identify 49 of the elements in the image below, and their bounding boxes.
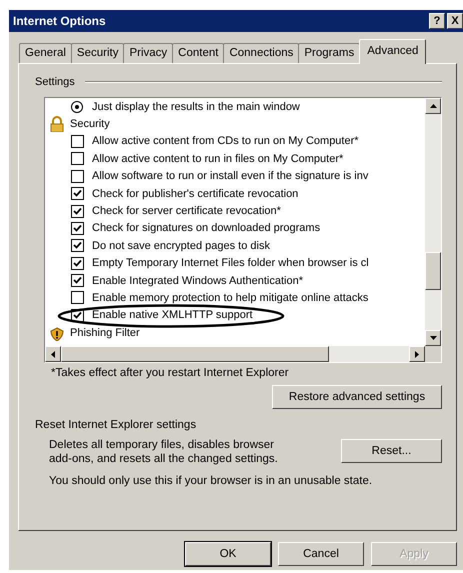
window-title: Internet Options [13,14,107,28]
option-label: Empty Temporary Internet Files folder when browser is cl [92,257,369,270]
option-label: Do not save encrypted pages to disk [92,240,270,252]
right-arrow-icon[interactable] [415,350,419,358]
vertical-scrollbar[interactable] [425,98,441,346]
checkbox[interactable] [71,239,84,252]
horizontal-scrollbar[interactable] [45,346,441,362]
help-button[interactable]: ? [429,13,445,29]
footnote-text: *Takes effect after you restart Internet Explorer [51,367,290,379]
checkbox[interactable] [71,204,84,218]
scrollbar-thumb[interactable] [425,252,441,290]
category-label: Security [70,118,110,130]
option-label: Check for signatures on downloaded programs [92,222,320,234]
option-label: Check for server certificate revocation* [92,205,281,218]
close-button[interactable]: X [447,13,463,29]
reset-button[interactable]: Reset... [341,439,442,463]
checkbox[interactable] [71,291,84,304]
option-label: Allow active content to run in files on My Computer* [92,152,344,165]
option-label: Allow software to run or install even if the signature is inv [92,170,368,182]
group-label: Settings [35,76,75,88]
option-label: Enable memory protection to help mitigate online attacks [92,292,368,304]
left-arrow-icon[interactable] [51,350,55,358]
checkbox[interactable] [71,187,84,200]
dialog-button[interactable]: OK [185,542,271,566]
option-label: Check for publisher's certificate revocation [92,188,298,200]
up-arrow-icon[interactable] [430,104,436,108]
checkbox[interactable] [71,274,84,288]
restore-button[interactable]: Restore advanced settings [272,385,442,409]
tab[interactable]: General [19,43,72,63]
tab[interactable]: Advanced [359,39,426,64]
option-label: Enable native XMLHTTP support [92,309,253,322]
checkbox[interactable] [71,256,84,270]
section-label: Reset Internet Explorer settings [35,419,198,431]
padlock-icon [49,116,65,132]
checkbox[interactable] [71,134,84,148]
warning-text: You should only use this if your browser is in an unusable state. [49,475,374,487]
option-label: Enable Integrated Windows Authentication* [92,274,303,287]
option-label: Allow active content from CDs to run on My Computer* [92,135,359,148]
warning-shield-icon [49,324,65,341]
radio-button[interactable] [71,100,83,113]
dialog-button[interactable]: Cancel [278,542,364,566]
description-text: Deletes all temporary files, disables browser add-ons, and resets all the changed settings. [49,438,279,466]
checkbox[interactable] [71,170,84,183]
checkbox[interactable] [71,222,84,235]
category-label: Phishing Filter [70,326,140,339]
checkbox[interactable] [71,152,84,166]
option-label: Just display the results in the main window [92,100,300,113]
down-arrow-icon[interactable] [430,336,436,340]
scrollbar-corner [425,346,441,362]
